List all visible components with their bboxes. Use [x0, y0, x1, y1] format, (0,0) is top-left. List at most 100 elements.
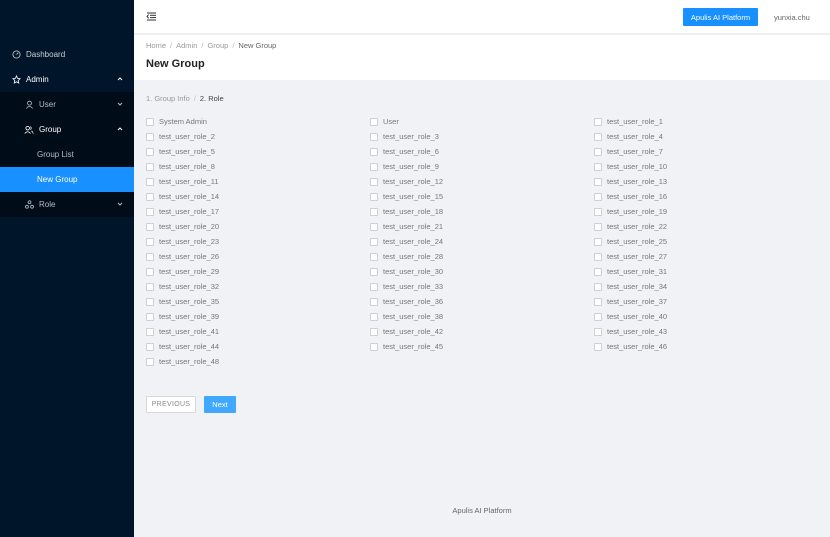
- role-option[interactable]: test_user_role_45: [370, 339, 594, 354]
- role-option[interactable]: test_user_role_41: [146, 324, 370, 339]
- role-checkbox[interactable]: [370, 327, 378, 336]
- role-option[interactable]: test_user_role_3: [370, 129, 594, 144]
- platform-button[interactable]: Apulis AI Platform: [683, 8, 758, 26]
- breadcrumb-admin[interactable]: Admin: [176, 41, 197, 50]
- role-checkbox[interactable]: [146, 297, 154, 306]
- role-checkbox[interactable]: [370, 117, 378, 126]
- role-checkbox[interactable]: [594, 237, 602, 246]
- role-option[interactable]: test_user_role_5: [146, 144, 370, 159]
- role-checkbox[interactable]: [594, 177, 602, 186]
- role-option[interactable]: test_user_role_4: [594, 129, 816, 144]
- sidebar-item-role[interactable]: Role: [0, 192, 134, 217]
- role-option[interactable]: test_user_role_44: [146, 339, 370, 354]
- role-option[interactable]: test_user_role_8: [146, 159, 370, 174]
- role-option[interactable]: test_user_role_40: [594, 309, 816, 324]
- role-option[interactable]: test_user_role_7: [594, 144, 816, 159]
- role-checkbox[interactable]: [594, 192, 602, 201]
- role-checkbox[interactable]: [594, 147, 602, 156]
- role-checkbox[interactable]: [146, 237, 154, 246]
- role-checkbox[interactable]: [146, 312, 154, 321]
- role-checkbox[interactable]: [146, 267, 154, 276]
- role-checkbox[interactable]: [594, 297, 602, 306]
- role-option[interactable]: test_user_role_9: [370, 159, 594, 174]
- role-checkbox[interactable]: [594, 252, 602, 261]
- role-checkbox[interactable]: [146, 282, 154, 291]
- role-checkbox[interactable]: [370, 237, 378, 246]
- role-option[interactable]: test_user_role_28: [370, 249, 594, 264]
- role-option[interactable]: System Admin: [146, 114, 370, 129]
- role-checkbox[interactable]: [146, 207, 154, 216]
- sidebar-item-group-list[interactable]: Group List: [0, 142, 134, 167]
- role-option[interactable]: test_user_role_14: [146, 189, 370, 204]
- role-option[interactable]: test_user_role_35: [146, 294, 370, 309]
- role-option[interactable]: test_user_role_46: [594, 339, 816, 354]
- role-checkbox[interactable]: [594, 222, 602, 231]
- previous-button[interactable]: PREVIOUS: [146, 396, 196, 413]
- role-option[interactable]: test_user_role_48: [146, 354, 370, 369]
- sidebar-item-user[interactable]: User: [0, 92, 134, 117]
- sidebar-item-group[interactable]: Group: [0, 117, 134, 142]
- role-checkbox[interactable]: [370, 342, 378, 351]
- role-option[interactable]: test_user_role_21: [370, 219, 594, 234]
- sidebar-item-admin[interactable]: Admin: [0, 67, 134, 92]
- breadcrumb-group[interactable]: Group: [207, 41, 228, 50]
- role-checkbox[interactable]: [370, 207, 378, 216]
- role-option[interactable]: test_user_role_17: [146, 204, 370, 219]
- role-checkbox[interactable]: [594, 117, 602, 126]
- role-option[interactable]: test_user_role_39: [146, 309, 370, 324]
- role-option[interactable]: test_user_role_32: [146, 279, 370, 294]
- role-option[interactable]: test_user_role_1: [594, 114, 816, 129]
- role-option[interactable]: test_user_role_43: [594, 324, 816, 339]
- role-checkbox[interactable]: [370, 312, 378, 321]
- role-option[interactable]: test_user_role_36: [370, 294, 594, 309]
- sidebar-item-new-group[interactable]: New Group: [0, 167, 134, 192]
- role-checkbox[interactable]: [146, 192, 154, 201]
- role-option[interactable]: User: [370, 114, 594, 129]
- role-option[interactable]: test_user_role_10: [594, 159, 816, 174]
- role-checkbox[interactable]: [146, 357, 154, 366]
- role-checkbox[interactable]: [594, 207, 602, 216]
- role-checkbox[interactable]: [594, 282, 602, 291]
- role-option[interactable]: test_user_role_26: [146, 249, 370, 264]
- role-checkbox[interactable]: [146, 117, 154, 126]
- role-checkbox[interactable]: [146, 132, 154, 141]
- role-checkbox[interactable]: [146, 147, 154, 156]
- role-option[interactable]: test_user_role_33: [370, 279, 594, 294]
- role-option[interactable]: test_user_role_11: [146, 174, 370, 189]
- role-checkbox[interactable]: [370, 297, 378, 306]
- role-checkbox[interactable]: [594, 342, 602, 351]
- role-option[interactable]: test_user_role_29: [146, 264, 370, 279]
- role-option[interactable]: test_user_role_24: [370, 234, 594, 249]
- role-checkbox[interactable]: [146, 222, 154, 231]
- role-checkbox[interactable]: [370, 222, 378, 231]
- role-checkbox[interactable]: [370, 177, 378, 186]
- role-option[interactable]: test_user_role_30: [370, 264, 594, 279]
- role-checkbox[interactable]: [146, 342, 154, 351]
- sidebar-item-dashboard[interactable]: Dashboard: [0, 42, 134, 67]
- role-option[interactable]: test_user_role_16: [594, 189, 816, 204]
- role-checkbox[interactable]: [370, 192, 378, 201]
- role-checkbox[interactable]: [146, 162, 154, 171]
- role-checkbox[interactable]: [146, 327, 154, 336]
- role-option[interactable]: test_user_role_2: [146, 129, 370, 144]
- username[interactable]: yunxia.chu: [774, 13, 810, 22]
- role-option[interactable]: test_user_role_13: [594, 174, 816, 189]
- role-checkbox[interactable]: [370, 252, 378, 261]
- role-option[interactable]: test_user_role_25: [594, 234, 816, 249]
- menu-fold-icon[interactable]: [146, 11, 157, 22]
- role-option[interactable]: test_user_role_6: [370, 144, 594, 159]
- breadcrumb-home[interactable]: Home: [146, 41, 166, 50]
- role-option[interactable]: test_user_role_22: [594, 219, 816, 234]
- role-checkbox[interactable]: [594, 132, 602, 141]
- role-option[interactable]: test_user_role_15: [370, 189, 594, 204]
- role-option[interactable]: test_user_role_37: [594, 294, 816, 309]
- role-option[interactable]: test_user_role_42: [370, 324, 594, 339]
- role-option[interactable]: test_user_role_19: [594, 204, 816, 219]
- role-option[interactable]: test_user_role_27: [594, 249, 816, 264]
- role-checkbox[interactable]: [594, 267, 602, 276]
- role-checkbox[interactable]: [146, 177, 154, 186]
- role-checkbox[interactable]: [370, 132, 378, 141]
- role-option[interactable]: test_user_role_18: [370, 204, 594, 219]
- role-option[interactable]: test_user_role_12: [370, 174, 594, 189]
- role-checkbox[interactable]: [594, 162, 602, 171]
